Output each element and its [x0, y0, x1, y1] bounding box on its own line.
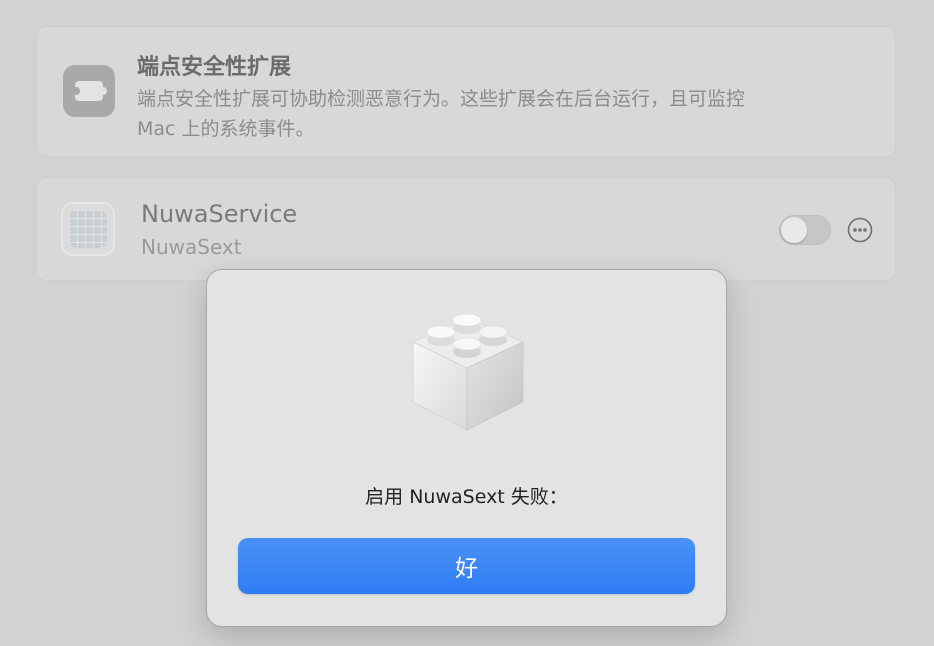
alert-message: 启用 NuwaSext 失败： [365, 486, 568, 508]
more-options-icon[interactable] [847, 217, 873, 243]
extension-enable-toggle[interactable] [779, 215, 831, 245]
app-grid-icon [61, 202, 115, 256]
system-extension-lego-icon [412, 314, 524, 431]
puzzle-piece-icon [63, 65, 115, 117]
description-line-2: Mac 上的系统事件。 [137, 118, 315, 140]
extension-identifier: NuwaSext [141, 235, 242, 259]
section-description: 端点安全性扩展可协助检测恶意行为。这些扩展会在后台运行，且可监控 Mac 上的系… [137, 84, 857, 144]
description-line-1: 端点安全性扩展可协助检测恶意行为。这些扩展会在后台运行，且可监控 [137, 88, 746, 110]
error-alert-dialog: 启用 NuwaSext 失败： 好 [206, 269, 727, 627]
endpoint-security-info-card: 端点安全性扩展 端点安全性扩展可协助检测恶意行为。这些扩展会在后台运行，且可监控… [36, 26, 896, 157]
ok-button[interactable]: 好 [238, 538, 695, 594]
section-title: 端点安全性扩展 [137, 55, 292, 80]
extension-row: NuwaService NuwaSext [36, 177, 896, 281]
toggle-knob [781, 217, 807, 243]
extension-name: NuwaService [141, 200, 298, 228]
